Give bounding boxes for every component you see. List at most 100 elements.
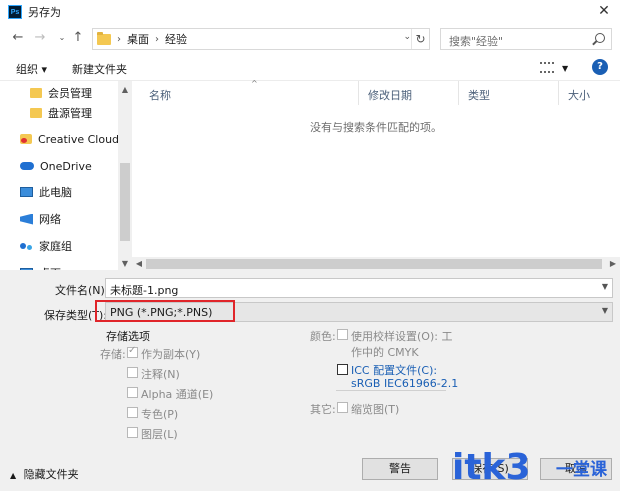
sidebar-item-label: 会员管理 xyxy=(48,87,92,100)
creative-cloud-icon xyxy=(20,134,32,144)
close-icon[interactable]: ✕ xyxy=(596,3,612,19)
as-copy-checkbox[interactable] xyxy=(127,345,138,358)
folder-icon xyxy=(97,31,111,45)
sort-ascending-icon: ^ xyxy=(251,79,258,88)
alpha-channel-label: Alpha 通道(E) xyxy=(141,388,214,401)
sidebar-item-label: 家庭组 xyxy=(39,240,72,253)
navigation-scrollbar[interactable]: ▲ ▼ xyxy=(118,81,132,271)
column-divider[interactable] xyxy=(358,81,359,105)
organize-menu[interactable]: 组织 ▾ xyxy=(16,61,47,77)
icc-profile-value: sRGB IEC61966-2.1 xyxy=(351,377,459,390)
sidebar-item-network[interactable]: 网络 xyxy=(20,209,61,229)
notes-label: 注释(N) xyxy=(141,368,180,381)
view-options-icon[interactable] xyxy=(540,62,554,73)
title-bar: Ps 另存为 ✕ xyxy=(0,0,620,24)
alpha-channel-checkbox[interactable] xyxy=(127,387,138,398)
highlight-box xyxy=(95,300,235,322)
sidebar-item-label: OneDrive xyxy=(40,159,92,173)
address-bar[interactable]: › 桌面 › 经验 ⌄ ↻ xyxy=(92,28,430,50)
save-label: 存储: xyxy=(100,348,126,361)
horizontal-scrollbar[interactable]: ◀ ▶ xyxy=(132,257,620,271)
help-icon[interactable]: ? xyxy=(592,59,608,75)
search-placeholder: 搜索"经验" xyxy=(449,35,504,48)
refresh-icon[interactable]: ↻ xyxy=(411,29,429,49)
sidebar-item-label: Creative Cloud F xyxy=(38,132,129,146)
use-proof-setup-checkbox[interactable] xyxy=(337,329,348,340)
sidebar-item-onedrive[interactable]: OneDrive xyxy=(20,156,92,176)
chevron-down-icon[interactable]: ⌄ xyxy=(403,32,411,42)
sidebar-item-homegroup[interactable]: 家庭组 xyxy=(20,236,72,256)
watermark-main: itk3 xyxy=(452,447,531,488)
filename-label: 文件名(N): xyxy=(55,284,109,297)
watermark-sub: 一堂课 xyxy=(556,460,607,480)
folder-icon xyxy=(30,88,42,98)
notes-checkbox[interactable] xyxy=(127,367,138,378)
icc-profile-checkbox[interactable] xyxy=(337,364,348,375)
homegroup-icon xyxy=(20,241,33,252)
column-header-size[interactable]: 大小 xyxy=(568,87,590,103)
back-arrow-icon[interactable]: ← xyxy=(10,30,26,46)
as-copy-label: 作为副本(Y) xyxy=(141,348,201,361)
column-header-date[interactable]: 修改日期 xyxy=(368,87,412,103)
spot-color-label: 专色(P) xyxy=(141,408,179,421)
save-options-title: 存储选项 xyxy=(106,330,150,343)
scrollbar-thumb[interactable] xyxy=(120,163,130,241)
watermark-logo: itk3 一堂课 xyxy=(452,445,620,491)
column-header-type[interactable]: 类型 xyxy=(468,87,490,103)
folder-icon xyxy=(30,108,42,118)
icc-profile-label: ICC 配置文件(C): xyxy=(351,364,438,377)
sidebar-item-listing-management[interactable]: 盘源管理 xyxy=(30,103,92,123)
hide-folders-label: 隐藏文件夹 xyxy=(23,468,79,481)
layers-label: 图层(L) xyxy=(141,428,178,441)
chevron-down-icon[interactable]: ▼ xyxy=(602,306,608,315)
scroll-left-icon[interactable]: ◀ xyxy=(132,259,146,268)
sidebar-item-member-management[interactable]: 会员管理 xyxy=(30,83,92,103)
color-label: 颜色: xyxy=(310,330,336,343)
save-options-panel: 文件名(N): 未标题-1.png ▼ 保存类型(T): PNG (*.PNG;… xyxy=(0,270,620,491)
chevron-down-icon[interactable]: ▼ xyxy=(562,64,568,73)
computer-icon xyxy=(20,187,33,197)
sidebar-item-label: 网络 xyxy=(39,213,61,226)
forward-arrow-icon[interactable]: → xyxy=(32,30,48,46)
hide-folders-toggle[interactable]: ▲ 隐藏文件夹 xyxy=(10,466,79,482)
sidebar-item-creative-cloud[interactable]: Creative Cloud F xyxy=(20,129,129,149)
filename-input[interactable]: 未标题-1.png ▼ xyxy=(105,278,613,298)
photoshop-icon: Ps xyxy=(8,5,22,19)
sidebar-item-label: 盘源管理 xyxy=(48,107,92,120)
use-proof-setup-label-line2: 作中的 CMYK xyxy=(351,346,419,359)
layers-checkbox[interactable] xyxy=(127,427,138,438)
search-icon[interactable] xyxy=(595,33,605,43)
up-arrow-icon[interactable]: ↑ xyxy=(70,30,86,46)
spot-color-checkbox[interactable] xyxy=(127,407,138,418)
sidebar-item-this-pc[interactable]: 此电脑 xyxy=(20,182,72,202)
warning-button[interactable]: 警告 xyxy=(362,458,438,480)
command-toolbar: 组织 ▾ 新建文件夹 ▼ ? xyxy=(0,56,620,80)
column-divider[interactable] xyxy=(458,81,459,105)
chevron-right-icon: › xyxy=(155,33,159,45)
search-input[interactable]: 搜索"经验" xyxy=(440,28,612,50)
recent-locations-chevron-icon[interactable]: ⌄ xyxy=(54,30,70,46)
file-list: ^ 名称 修改日期 类型 大小 没有与搜索条件匹配的项。 ◀ ▶ xyxy=(132,79,620,271)
column-header-name[interactable]: 名称 xyxy=(149,87,171,103)
chevron-down-icon[interactable]: ▼ xyxy=(602,282,608,291)
onedrive-icon xyxy=(20,162,34,170)
empty-state-message: 没有与搜索条件匹配的项。 xyxy=(310,121,442,134)
chevron-right-icon: › xyxy=(117,33,121,45)
thumbnail-checkbox[interactable] xyxy=(337,402,348,413)
scrollbar-thumb[interactable] xyxy=(146,259,602,269)
network-icon xyxy=(20,213,33,225)
column-divider[interactable] xyxy=(558,81,559,105)
navigation-bar: ← → ⌄ ↑ › 桌面 › 经验 ⌄ ↻ 搜索"经验" xyxy=(0,26,620,52)
breadcrumb-desktop[interactable]: 桌面 xyxy=(127,31,149,47)
use-proof-setup-label: 使用校样设置(O): 工 xyxy=(351,330,453,343)
window-title: 另存为 xyxy=(28,6,61,19)
breadcrumb-experience[interactable]: 经验 xyxy=(165,31,187,47)
scroll-down-icon[interactable]: ▼ xyxy=(118,259,132,268)
filename-value: 未标题-1.png xyxy=(110,284,179,297)
scroll-up-icon[interactable]: ▲ xyxy=(118,85,132,94)
sidebar-item-label: 此电脑 xyxy=(39,186,72,199)
new-folder-button[interactable]: 新建文件夹 xyxy=(72,61,127,77)
file-browser: 会员管理 盘源管理 Creative Cloud F OneDrive 此电脑 … xyxy=(0,79,620,271)
scroll-right-icon[interactable]: ▶ xyxy=(606,259,620,268)
chevron-up-icon: ▲ xyxy=(10,471,17,480)
